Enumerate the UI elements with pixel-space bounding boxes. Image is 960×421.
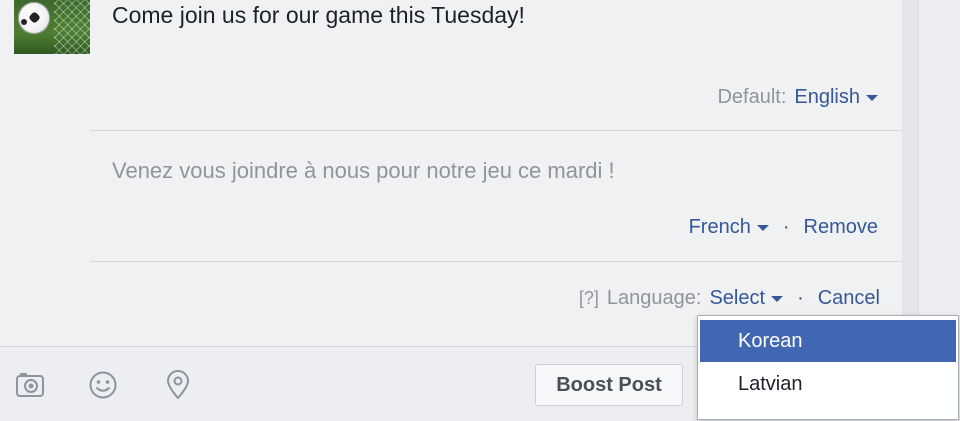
soccer-ball-icon bbox=[18, 2, 50, 34]
emoji-icon[interactable] bbox=[88, 370, 118, 400]
post-text[interactable]: Come join us for our game this Tuesday! bbox=[112, 2, 525, 29]
cancel-language-link[interactable]: Cancel bbox=[818, 287, 880, 310]
add-language-row: [?] Language: Select · Cancel bbox=[579, 287, 880, 310]
translation-language-row: French · Remove bbox=[689, 216, 878, 239]
translation-language-dropdown[interactable]: French bbox=[689, 216, 769, 239]
default-language-row: Default: English bbox=[717, 86, 878, 109]
select-language-dropdown[interactable]: Select bbox=[709, 287, 784, 310]
remove-translation-link[interactable]: Remove bbox=[804, 216, 878, 239]
default-language-prefix: Default: bbox=[717, 86, 787, 108]
language-help-link[interactable]: [?] bbox=[579, 288, 599, 309]
location-pin-icon[interactable] bbox=[163, 370, 193, 400]
select-language-value: Select bbox=[709, 287, 766, 309]
language-dropdown-menu: Korean Latvian bbox=[697, 315, 959, 420]
chevron-down-icon bbox=[866, 94, 878, 101]
goal-net-graphic bbox=[54, 0, 90, 54]
language-option-korean[interactable]: Korean bbox=[700, 320, 956, 362]
chevron-down-icon bbox=[771, 295, 784, 302]
translation-language-value: French bbox=[688, 216, 751, 238]
avatar[interactable] bbox=[14, 0, 90, 54]
chevron-down-icon bbox=[756, 224, 769, 231]
default-language-value: English bbox=[794, 86, 860, 108]
boost-post-button[interactable]: Boost Post bbox=[535, 364, 683, 406]
camera-icon[interactable] bbox=[15, 370, 45, 400]
separator-dot: · bbox=[797, 287, 804, 309]
divider bbox=[90, 261, 902, 262]
language-option-latvian[interactable]: Latvian bbox=[698, 362, 958, 406]
separator-dot: · bbox=[782, 216, 790, 238]
default-language-dropdown[interactable]: English bbox=[794, 86, 878, 109]
translation-text[interactable]: Venez vous joindre à nous pour notre jeu… bbox=[112, 158, 615, 184]
language-label: Language: bbox=[606, 287, 702, 309]
divider bbox=[90, 130, 902, 131]
